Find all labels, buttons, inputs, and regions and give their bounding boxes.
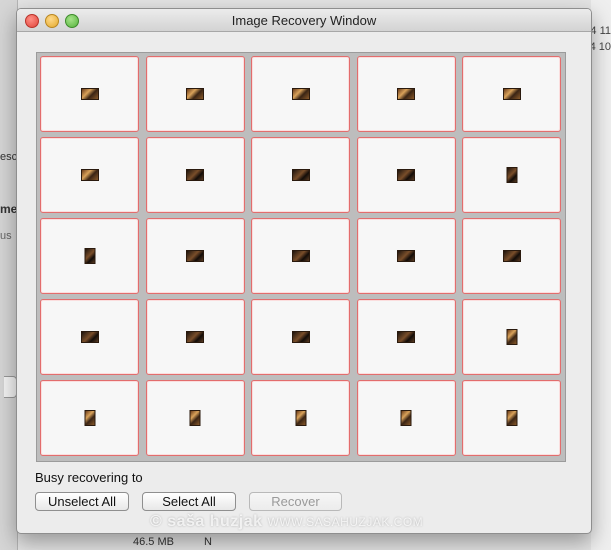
background-left-text: us — [0, 230, 12, 242]
thumbnail-image — [84, 410, 95, 426]
watermark: © saša huzjak WWW.SASAHUZJAK.COM — [150, 513, 423, 531]
thumbnail-22[interactable] — [145, 380, 245, 456]
thumbnail-image — [506, 329, 517, 345]
thumbnail-image — [189, 410, 201, 426]
thumbnail-image — [397, 88, 415, 100]
thumbnail-17[interactable] — [145, 299, 245, 375]
thumbnail-8[interactable] — [251, 137, 350, 213]
thumbnail-image — [186, 250, 204, 262]
thumbnail-9[interactable] — [356, 137, 456, 213]
unselect-all-button[interactable]: Unselect All — [35, 492, 129, 511]
thumbnail-6[interactable] — [40, 137, 139, 213]
thumbnail-24[interactable] — [356, 380, 456, 456]
background-right-panel: 4 11 4 10 — [589, 0, 611, 550]
background-file-size: 46.5 MB — [133, 536, 174, 548]
thumbnail-image — [506, 410, 517, 426]
thumbnail-25[interactable] — [462, 380, 561, 456]
background-left-text: esc — [0, 151, 18, 163]
thumbnail-14[interactable] — [356, 218, 456, 294]
thumbnail-12[interactable] — [145, 218, 245, 294]
thumbnail-image — [80, 88, 99, 100]
thumbnail-19[interactable] — [356, 299, 456, 375]
thumbnail-image — [295, 410, 306, 426]
thumbnail-image — [186, 88, 204, 100]
thumbnail-13[interactable] — [251, 218, 350, 294]
background-column-mark: N — [204, 536, 212, 548]
thumbnail-15[interactable] — [462, 218, 561, 294]
thumbnail-2[interactable] — [145, 56, 245, 132]
thumbnail-image — [186, 169, 204, 181]
thumbnail-3[interactable] — [251, 56, 350, 132]
thumbnail-1[interactable] — [40, 56, 139, 132]
window-title: Image Recovery Window — [231, 13, 377, 28]
thumbnail-image — [291, 331, 310, 343]
recover-button[interactable]: Recover — [249, 492, 342, 511]
thumbnail-16[interactable] — [40, 299, 139, 375]
thumbnail-10[interactable] — [462, 137, 561, 213]
thumbnail-image — [397, 250, 415, 262]
thumbnail-image — [400, 410, 412, 426]
thumbnail-image — [186, 331, 204, 343]
thumbnail-image — [291, 250, 310, 262]
thumbnail-20[interactable] — [462, 299, 561, 375]
thumbnail-image — [80, 331, 99, 343]
thumbnail-image — [80, 169, 99, 181]
thumbnail-image — [397, 169, 415, 181]
thumbnail-7[interactable] — [145, 137, 245, 213]
title-bar[interactable]: Image Recovery Window — [17, 9, 591, 32]
watermark-name: © saša huzjak — [150, 513, 263, 530]
thumbnail-4[interactable] — [356, 56, 456, 132]
thumbnail-11[interactable] — [40, 218, 139, 294]
thumbnail-18[interactable] — [251, 299, 350, 375]
background-right-text: 4 10 — [589, 41, 611, 53]
thumbnail-image — [291, 88, 310, 100]
watermark-site: WWW.SASAHUZJAK.COM — [267, 515, 424, 529]
background-right-text: 4 11 — [590, 25, 611, 37]
thumbnail-image — [502, 88, 521, 100]
thumbnail-image — [291, 169, 310, 181]
image-recovery-window: Image Recovery Window Busy recovering to… — [16, 8, 592, 534]
thumbnail-21[interactable] — [40, 380, 139, 456]
select-all-button[interactable]: Select All — [142, 492, 236, 511]
thumbnail-image — [84, 248, 95, 264]
thumbnail-5[interactable] — [462, 56, 561, 132]
thumbnail-23[interactable] — [251, 380, 350, 456]
thumbnail-image — [502, 250, 521, 262]
background-left-text: me — [0, 202, 18, 216]
thumbnail-grid[interactable] — [36, 52, 566, 462]
thumbnail-image — [397, 331, 415, 343]
thumbnail-image — [506, 167, 517, 183]
status-label: Busy recovering to — [35, 470, 143, 485]
